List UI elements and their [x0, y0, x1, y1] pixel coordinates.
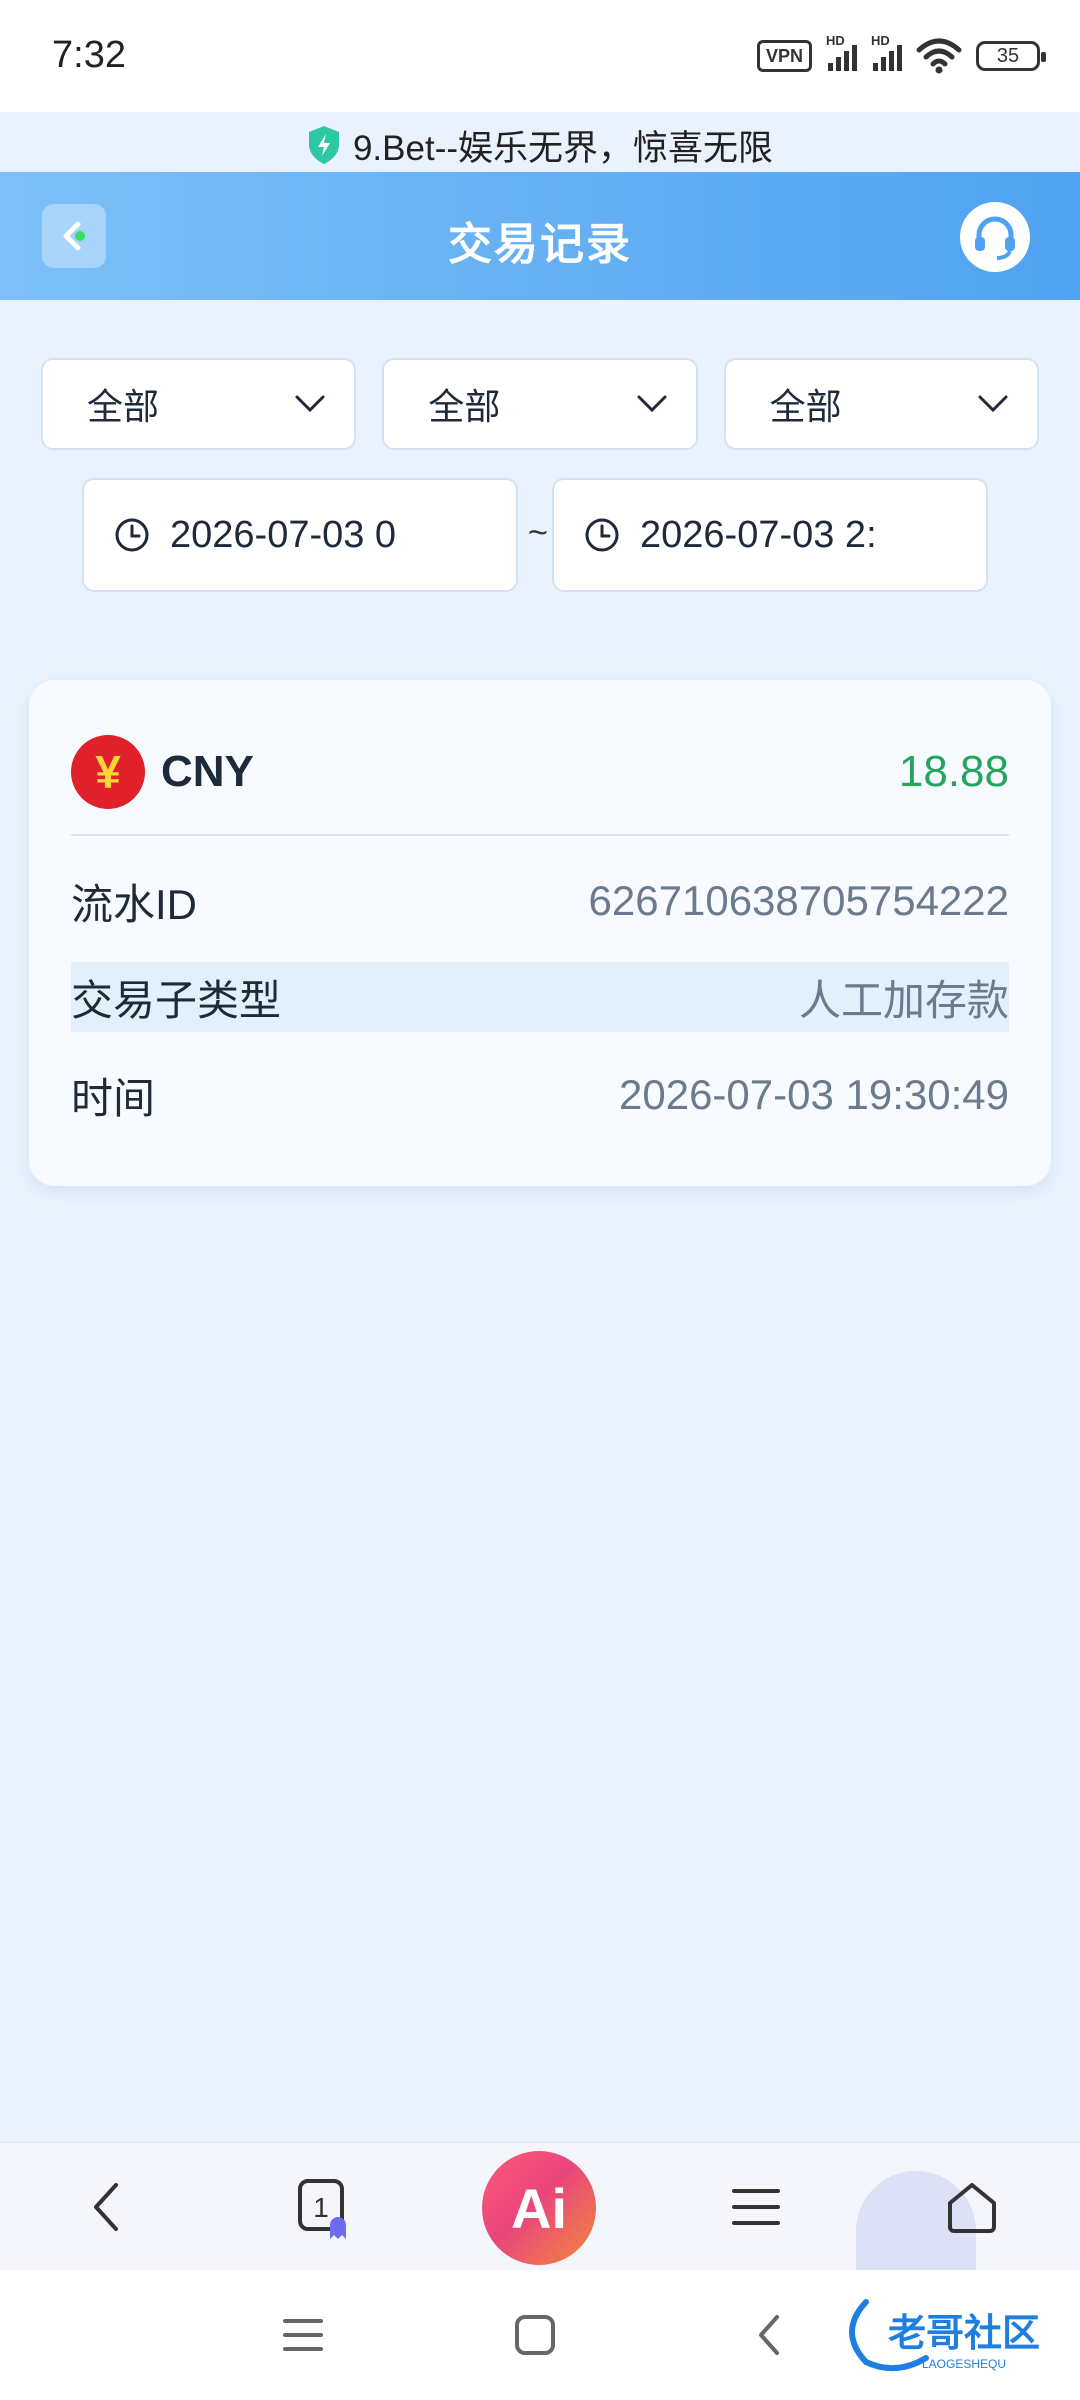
browser-toolbar: 1 Ai: [0, 2142, 1080, 2271]
tabs-button[interactable]: 1: [284, 2167, 364, 2247]
date-range: 2026-07-03 0 ~ 2026-07-03 2:: [82, 478, 990, 592]
ai-assistant-button[interactable]: Ai: [482, 2151, 596, 2265]
transaction-card[interactable]: ¥ CNY 18.88 流水ID 626710638705754222 交易子类…: [29, 680, 1051, 1186]
browser-back-button[interactable]: [66, 2167, 146, 2247]
clock-icon: [585, 518, 619, 552]
currency-filter-select[interactable]: 全部: [723, 358, 1039, 450]
watermark-subtext: LAOGESHEQU: [922, 2357, 1006, 2371]
row-subtype: 交易子类型 人工加存款: [71, 962, 1009, 1032]
end-date-input[interactable]: 2026-07-03 2:: [552, 478, 988, 592]
chevron-down-icon: [295, 395, 325, 413]
site-title: 9.Bet--娱乐无界，惊喜无限: [352, 128, 774, 168]
chevron-down-icon: [637, 395, 667, 413]
transaction-amount: 18.88: [898, 747, 1009, 796]
yuan-icon: ¥: [71, 735, 145, 809]
end-date-value: 2026-07-03 2:: [640, 513, 877, 556]
menu-button[interactable]: [716, 2167, 796, 2247]
watermark-text: 老哥社区: [888, 2313, 1040, 2355]
row-label: 时间: [71, 1074, 156, 1122]
card-header: ¥ CNY 18.88: [71, 734, 1009, 810]
select-value: 全部: [87, 386, 160, 427]
select-value: 全部: [428, 386, 501, 427]
back-nav-button[interactable]: [734, 2300, 804, 2370]
currency-code: CNY: [161, 747, 254, 796]
row-value: 人工加存款: [798, 976, 1009, 1024]
watermark-logo: 老哥社区 LAOGESHEQU: [849, 2299, 1040, 2372]
home-nav-button[interactable]: [500, 2300, 570, 2370]
hd-label: HD: [826, 33, 845, 48]
subtype-filter-select[interactable]: 全部: [382, 358, 698, 450]
site-title-row: 9.Bet--娱乐无界，惊喜无限: [0, 120, 1080, 170]
row-value: 2026-07-03 19:30:49: [619, 1071, 1009, 1118]
shield-icon: [308, 126, 339, 164]
row-label: 流水ID: [71, 880, 198, 928]
filters-row: 全部 全部 全部: [41, 358, 1039, 450]
page-title: 交易记录: [448, 220, 632, 269]
start-date-value: 2026-07-03 0: [170, 513, 397, 556]
signal-icon-2: HD: [871, 33, 902, 71]
square-icon: [515, 2315, 555, 2355]
start-date-input[interactable]: 2026-07-03 0: [82, 478, 518, 592]
system-nav-bar: 老哥社区 LAOGESHEQU: [0, 2270, 1080, 2400]
headset-icon: [975, 216, 1015, 260]
menu-icon: [732, 2189, 780, 2225]
divider: [71, 834, 1009, 836]
tab-count: 1: [313, 2192, 329, 2223]
customer-service-button[interactable]: [960, 202, 1030, 272]
date-separator: ~: [528, 514, 548, 552]
status-icons: VPN HD HD 35: [756, 33, 1046, 76]
menu-icon: [283, 2319, 323, 2351]
select-value: 全部: [769, 386, 842, 427]
clock-icon: [115, 518, 149, 552]
chevron-down-icon: [978, 395, 1008, 413]
status-bar: 7:32 VPN HD HD 35: [0, 0, 1080, 112]
wifi-icon: [916, 38, 962, 74]
home-button[interactable]: [932, 2167, 1012, 2247]
battery-icon: 35: [976, 41, 1046, 71]
signal-icon: HD: [826, 33, 857, 71]
row-value: 626710638705754222: [588, 877, 1009, 924]
status-time: 7:32: [52, 34, 126, 76]
chevron-left-icon: [94, 2183, 118, 2231]
type-filter-select[interactable]: 全部: [41, 358, 357, 450]
home-icon: [948, 2183, 996, 2233]
row-label: 交易子类型: [71, 976, 282, 1024]
hd-label-2: HD: [871, 33, 890, 48]
tabs-icon: 1: [298, 2179, 346, 2239]
header-bar: 交易记录: [0, 172, 1080, 300]
row-time: 时间 2026-07-03 19:30:49: [71, 1060, 1009, 1130]
row-transaction-id: 流水ID 626710638705754222: [71, 866, 1009, 936]
vpn-badge: VPN: [756, 40, 812, 72]
chevron-left-icon: [759, 2315, 779, 2355]
recents-button[interactable]: [268, 2300, 338, 2370]
